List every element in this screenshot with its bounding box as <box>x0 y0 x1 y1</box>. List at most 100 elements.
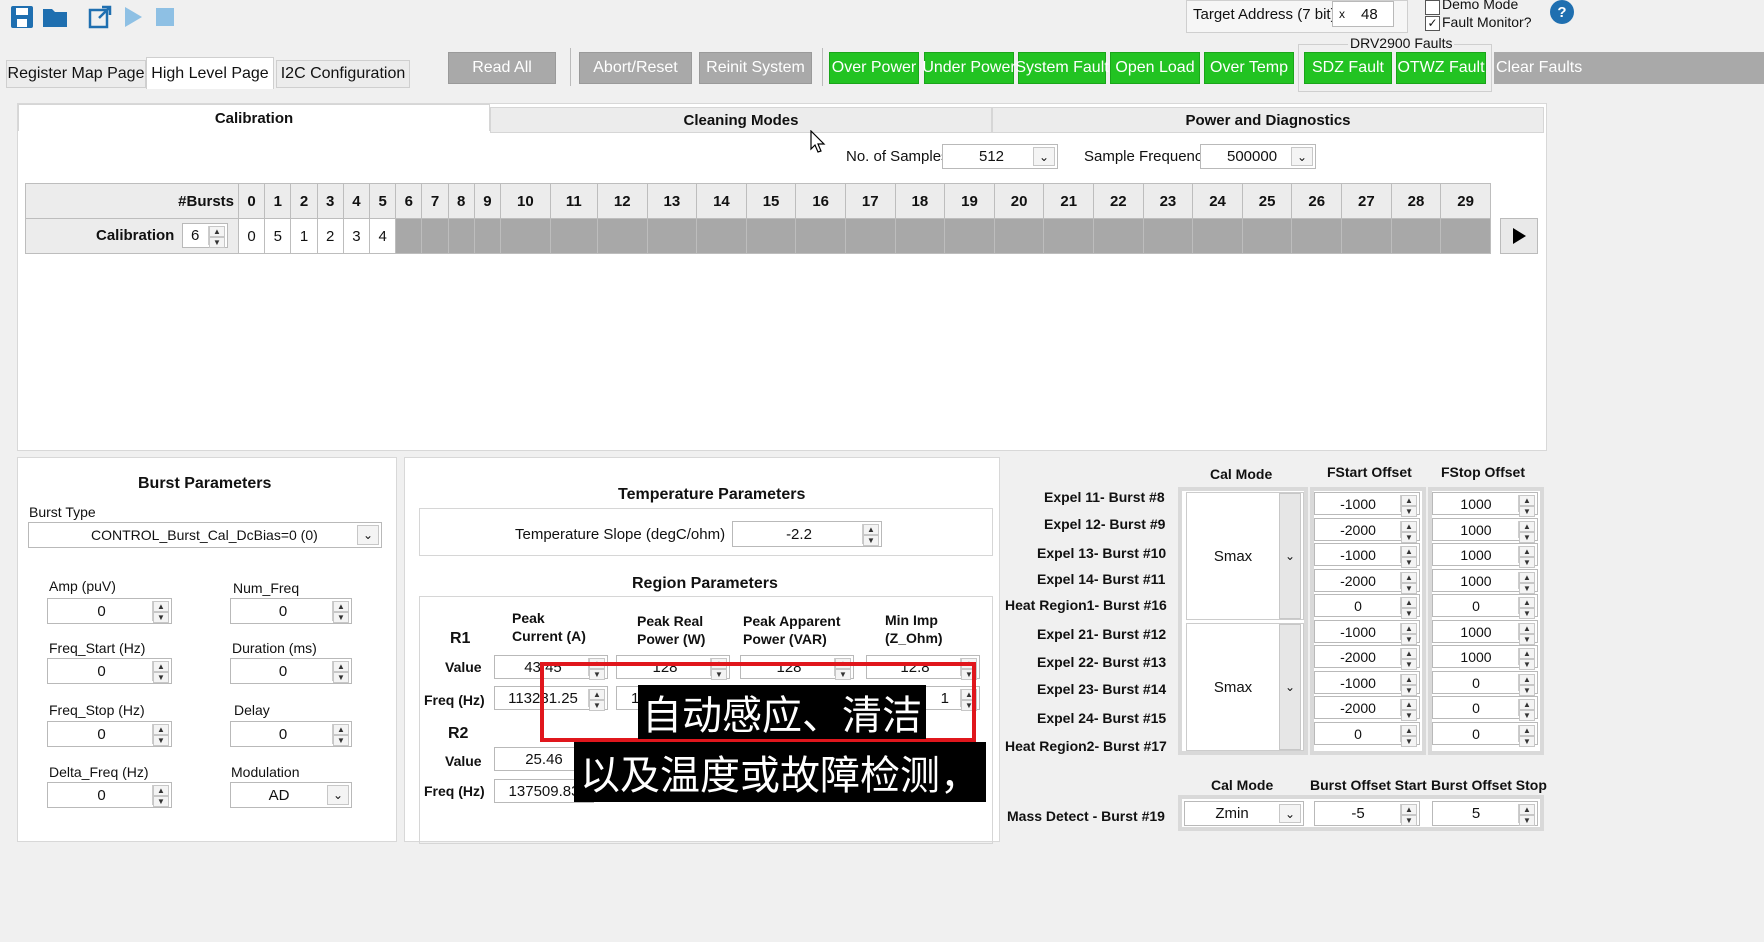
open-load-fault[interactable]: Open Load <box>1110 52 1200 84</box>
fstop-offset-stepper[interactable]: 1000 ▲ ▼ <box>1432 620 1538 645</box>
over-power-fault[interactable]: Over Power <box>829 52 919 84</box>
burst-value-cell[interactable]: 4 <box>369 218 397 254</box>
reinit-system-button[interactable]: Reinit System <box>699 52 812 84</box>
stepper-arrows[interactable]: ▲ ▼ <box>152 601 169 623</box>
samples-select[interactable]: 512 ⌄ <box>942 144 1058 169</box>
fstop-offset-stepper[interactable]: 1000 ▲ ▼ <box>1432 645 1538 670</box>
stepper-arrows[interactable]: ▲ ▼ <box>1400 572 1417 594</box>
stepper-arrows[interactable]: ▲ ▼ <box>1400 699 1417 721</box>
fstop-offset-stepper[interactable]: 0 ▲ ▼ <box>1432 696 1538 721</box>
fstop-offset-stepper[interactable]: 1000 ▲ ▼ <box>1432 492 1538 517</box>
sdz-fault[interactable]: SDZ Fault <box>1304 52 1392 84</box>
amp-stepper[interactable]: 0 ▲ ▼ <box>47 598 172 624</box>
delta-freq-stepper[interactable]: 0 ▲ ▼ <box>47 782 172 808</box>
fstart-offset-stepper[interactable]: -1000 ▲ ▼ <box>1314 620 1420 645</box>
stepper-arrows[interactable]: ▲ ▼ <box>1400 546 1417 568</box>
stepper-arrows[interactable]: ▲ ▼ <box>1518 804 1535 826</box>
fstop-offset-stepper[interactable]: 1000 ▲ ▼ <box>1432 569 1538 594</box>
subtab-power-diagnostics[interactable]: Power and Diagnostics <box>992 107 1544 133</box>
temperature-slope-stepper[interactable]: -2.2 ▲ ▼ <box>732 521 882 547</box>
subtab-cleaning-modes[interactable]: Cleaning Modes <box>490 107 992 133</box>
stepper-arrows[interactable]: ▲ ▼ <box>1518 648 1535 670</box>
stepper-arrows[interactable]: ▲ ▼ <box>1400 521 1417 543</box>
help-icon[interactable]: ? <box>1550 0 1574 24</box>
over-temp-fault[interactable]: Over Temp <box>1204 52 1294 84</box>
burst-count-stepper[interactable]: 6 ▲ ▼ <box>182 223 228 248</box>
external-link-icon[interactable] <box>88 5 112 29</box>
mass-cal-mode-select[interactable]: Zmin ⌄ <box>1184 801 1304 826</box>
burst-type-select[interactable]: CONTROL_Burst_Cal_DcBias=0 (0) ⌄ <box>28 522 382 548</box>
stepper-arrows[interactable]: ▲ ▼ <box>1518 572 1535 594</box>
fstart-offset-stepper[interactable]: -2000 ▲ ▼ <box>1314 569 1420 594</box>
fstop-offset-stepper[interactable]: 0 ▲ ▼ <box>1432 671 1538 696</box>
stepper-arrows[interactable]: ▲ ▼ <box>208 226 225 248</box>
tab-high-level[interactable]: High Level Page <box>146 57 274 89</box>
demo-mode-checkbox[interactable] <box>1425 0 1440 15</box>
fstart-offset-stepper[interactable]: -2000 ▲ ▼ <box>1314 518 1420 543</box>
sample-frequency-select[interactable]: 500000 ⌄ <box>1200 144 1316 169</box>
fstop-offset-stepper[interactable]: 0 ▲ ▼ <box>1432 722 1538 747</box>
stepper-arrows[interactable]: ▲ ▼ <box>862 524 879 546</box>
stepper-arrows[interactable]: ▲ ▼ <box>1400 495 1417 517</box>
fstop-offset-stepper[interactable]: 1000 ▲ ▼ <box>1432 543 1538 568</box>
freq-start-stepper[interactable]: 0 ▲ ▼ <box>47 658 172 684</box>
target-address-input[interactable]: x 48 <box>1332 1 1394 27</box>
fstart-offset-stepper[interactable]: 0 ▲ ▼ <box>1314 594 1420 619</box>
stepper-arrows[interactable]: ▲ ▼ <box>1518 674 1535 696</box>
burst-value-cell[interactable]: 5 <box>264 218 292 254</box>
read-all-button[interactable]: Read All <box>448 52 556 84</box>
modulation-select[interactable]: AD ⌄ <box>230 782 352 808</box>
stepper-arrows[interactable]: ▲ ▼ <box>1518 495 1535 517</box>
stepper-arrows[interactable]: ▲ ▼ <box>1400 623 1417 645</box>
fstart-offset-stepper[interactable]: -1000 ▲ ▼ <box>1314 671 1420 696</box>
stepper-arrows[interactable]: ▲ ▼ <box>152 724 169 746</box>
burst-offset-stop-stepper[interactable]: 5 ▲ ▼ <box>1432 801 1538 826</box>
burst-value-cell[interactable]: 2 <box>316 218 344 254</box>
play-icon[interactable] <box>122 6 144 28</box>
under-power-fault[interactable]: Under Power <box>922 52 1016 84</box>
stepper-arrows[interactable]: ▲ ▼ <box>332 601 349 623</box>
burst-value-cell[interactable]: 0 <box>237 218 266 254</box>
fstop-offset-stepper[interactable]: 0 ▲ ▼ <box>1432 594 1538 619</box>
stepper-arrows[interactable]: ▲ ▼ <box>1518 699 1535 721</box>
stepper-arrows[interactable]: ▲ ▼ <box>332 661 349 683</box>
stepper-arrows[interactable]: ▲ ▼ <box>1518 623 1535 645</box>
fstart-offset-stepper[interactable]: -1000 ▲ ▼ <box>1314 543 1420 568</box>
stepper-arrows[interactable]: ▲ ▼ <box>152 661 169 683</box>
tab-i2c-configuration[interactable]: I2C Configuration <box>276 60 410 88</box>
burst-value-cell[interactable]: 1 <box>290 218 318 254</box>
stepper-arrows[interactable]: ▲ ▼ <box>1400 804 1417 826</box>
tab-register-map[interactable]: Register Map Page <box>6 60 146 88</box>
duration-stepper[interactable]: 0 ▲ ▼ <box>230 658 352 684</box>
clear-faults-button[interactable]: Clear Faults <box>1494 52 1764 84</box>
stepper-arrows[interactable]: ▲ ▼ <box>1518 546 1535 568</box>
stepper-arrows[interactable]: ▲ ▼ <box>1400 648 1417 670</box>
fault-monitor-checkbox[interactable]: ✓ <box>1425 16 1440 31</box>
stepper-arrows[interactable]: ▲ ▼ <box>1400 674 1417 696</box>
fstart-offset-stepper[interactable]: 0 ▲ ▼ <box>1314 722 1420 747</box>
burst-offset-start-stepper[interactable]: -5 ▲ ▼ <box>1314 801 1420 826</box>
otwz-fault[interactable]: OTWZ Fault <box>1396 52 1486 84</box>
fstart-offset-stepper[interactable]: -2000 ▲ ▼ <box>1314 645 1420 670</box>
stop-icon[interactable] <box>154 6 176 28</box>
stepper-arrows[interactable]: ▲ ▼ <box>1518 725 1535 747</box>
folder-icon[interactable] <box>42 6 68 28</box>
run-calibration-button[interactable] <box>1500 218 1538 254</box>
abort-reset-button[interactable]: Abort/Reset <box>579 52 692 84</box>
save-icon[interactable] <box>10 5 34 29</box>
stepper-arrows[interactable]: ▲ ▼ <box>1400 597 1417 619</box>
cal-mode-select-2[interactable]: Smax ⌄ <box>1186 623 1304 751</box>
stepper-arrows[interactable]: ▲ ▼ <box>332 724 349 746</box>
fstart-offset-stepper[interactable]: -1000 ▲ ▼ <box>1314 492 1420 517</box>
delay-stepper[interactable]: 0 ▲ ▼ <box>230 721 352 747</box>
fstop-offset-stepper[interactable]: 1000 ▲ ▼ <box>1432 518 1538 543</box>
cal-mode-select-1[interactable]: Smax ⌄ <box>1186 492 1304 620</box>
stepper-arrows[interactable]: ▲ ▼ <box>1400 725 1417 747</box>
freq-stop-stepper[interactable]: 0 ▲ ▼ <box>47 721 172 747</box>
stepper-arrows[interactable]: ▲ ▼ <box>1518 597 1535 619</box>
stepper-arrows[interactable]: ▲ ▼ <box>152 785 169 807</box>
num-freq-stepper[interactable]: 0 ▲ ▼ <box>230 598 352 624</box>
subtab-calibration[interactable]: Calibration <box>18 104 490 131</box>
fstart-offset-stepper[interactable]: -2000 ▲ ▼ <box>1314 696 1420 721</box>
stepper-arrows[interactable]: ▲ ▼ <box>1518 521 1535 543</box>
